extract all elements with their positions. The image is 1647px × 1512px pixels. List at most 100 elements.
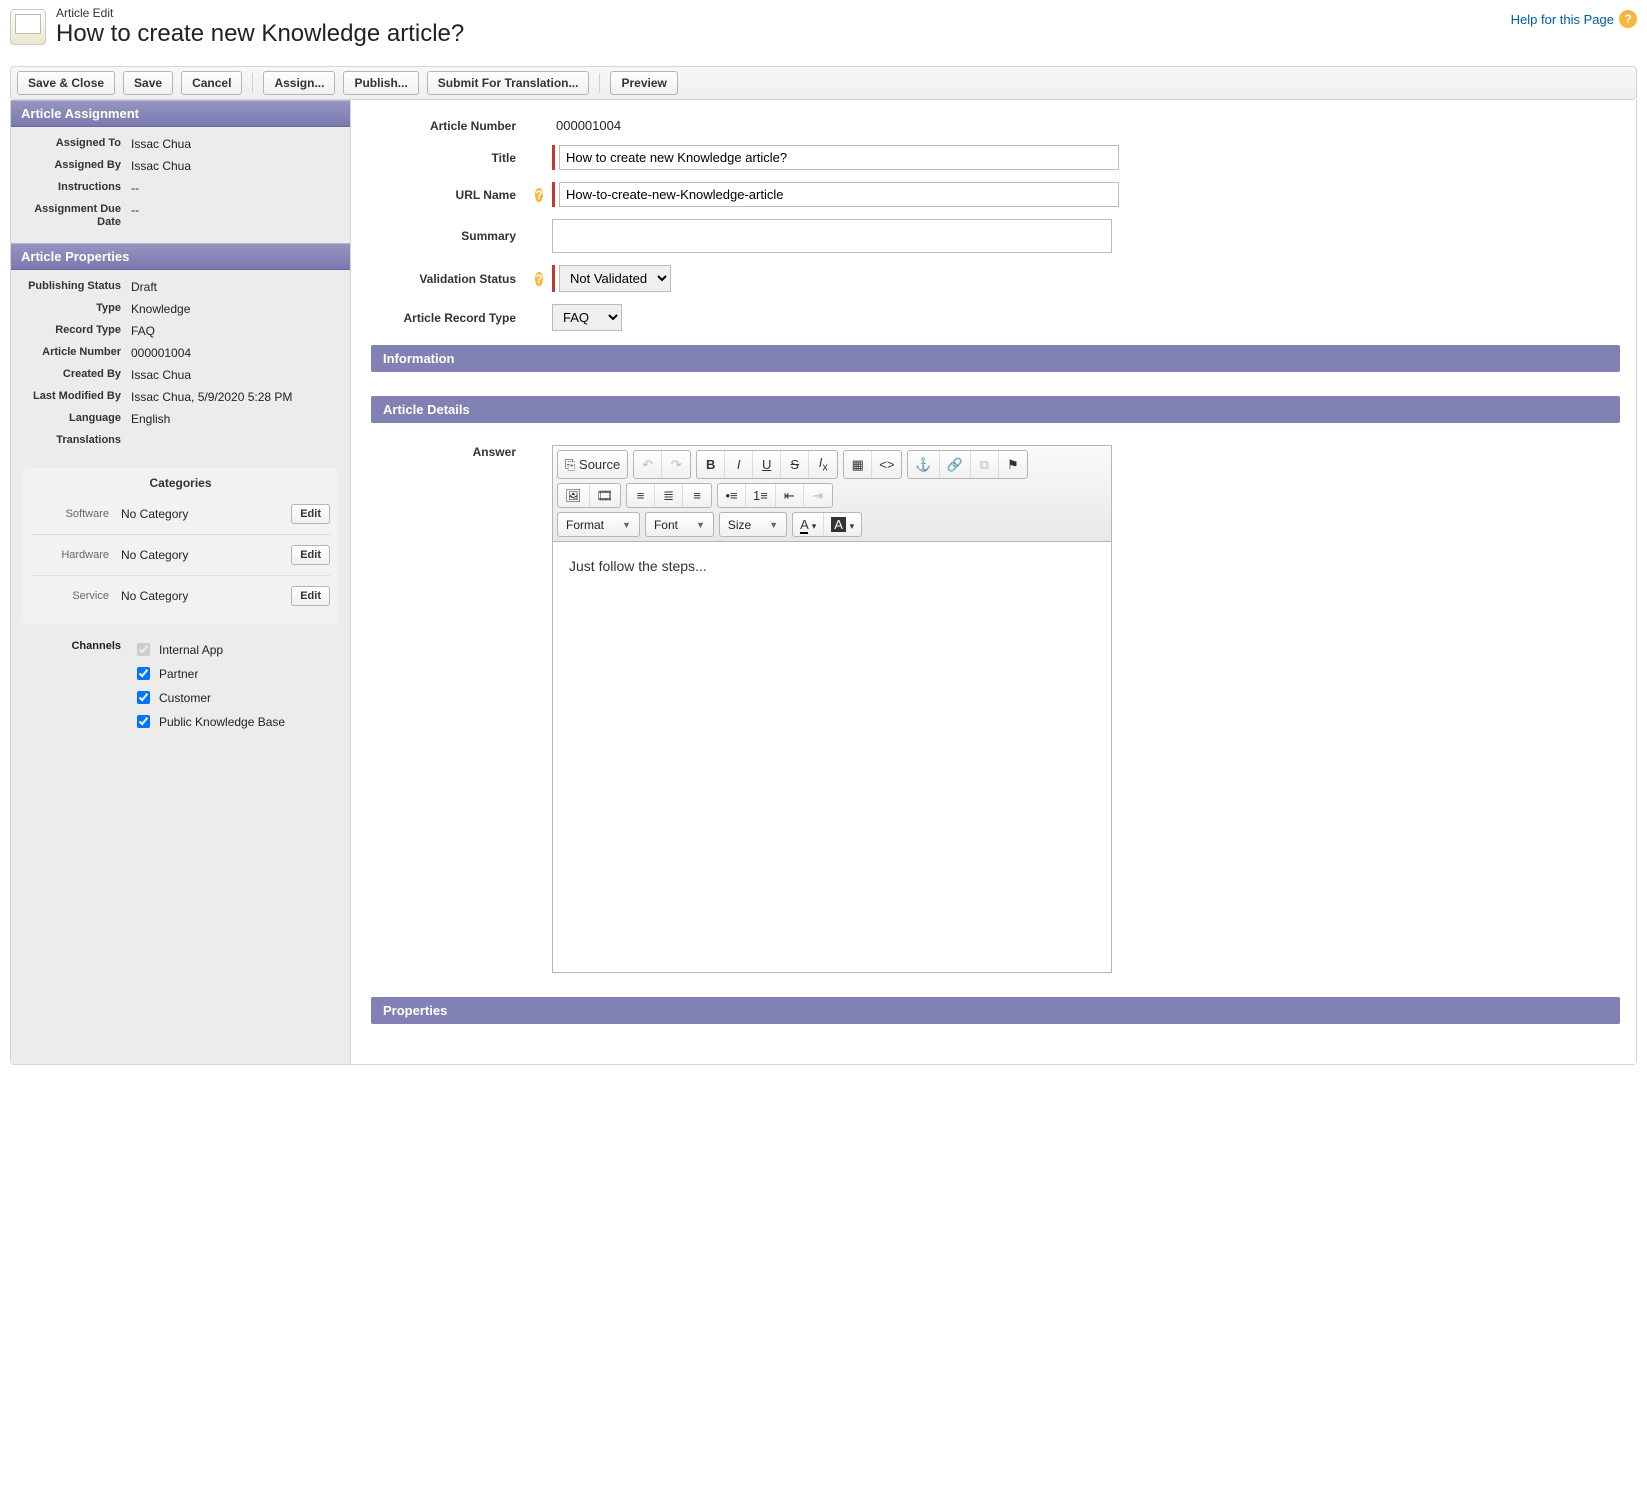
source-button[interactable]: ⎘ Source	[558, 451, 627, 478]
bold-button[interactable]: B	[697, 451, 725, 478]
summary-input[interactable]	[552, 219, 1112, 253]
required-indicator	[552, 182, 555, 207]
anchor-button[interactable]: ⚓	[908, 451, 939, 478]
size-select[interactable]: Size▼	[719, 512, 787, 537]
channel-checkbox-internal	[137, 643, 150, 656]
cancel-button[interactable]: Cancel	[181, 71, 242, 95]
category-value-hardware: No Category	[121, 548, 291, 562]
created-by-label: Created By	[21, 368, 131, 380]
bg-color-button[interactable]: A ▾	[824, 513, 861, 536]
link-icon: 🔗	[947, 457, 963, 472]
save-button[interactable]: Save	[123, 71, 173, 95]
channel-label-public: Public Knowledge Base	[159, 715, 285, 729]
channels-list: Internal App Partner Customer Public Kno…	[133, 640, 338, 731]
unlink-icon: ⧉	[980, 457, 989, 472]
align-center-icon: ≣	[663, 488, 674, 503]
last-modified-by-value: Issac Chua, 5/9/2020 5:28 PM	[131, 390, 340, 404]
outdent-button[interactable]: ⇤	[776, 484, 804, 507]
required-indicator	[552, 145, 555, 170]
underline-button[interactable]: U	[753, 451, 781, 478]
article-edit-icon	[10, 9, 46, 45]
editor-body[interactable]: Just follow the steps...	[553, 542, 1111, 972]
number-list-button[interactable]: 1≡	[746, 484, 776, 507]
image-button[interactable]: 🖼	[558, 484, 590, 507]
help-icon[interactable]: ?	[535, 272, 542, 286]
save-close-button[interactable]: Save & Close	[17, 71, 115, 95]
url-name-label: URL Name	[371, 188, 526, 202]
chevron-down-icon: ▼	[696, 520, 705, 530]
text-color-button[interactable]: A ▾	[793, 513, 824, 536]
title-input[interactable]	[559, 145, 1119, 170]
channel-label-customer: Customer	[159, 691, 211, 705]
channel-checkbox-customer[interactable]	[137, 691, 150, 704]
categories-box: Categories Software No Category Edit Har…	[23, 468, 338, 624]
channel-checkbox-partner[interactable]	[137, 667, 150, 680]
category-edit-hardware[interactable]: Edit	[291, 545, 330, 565]
preview-button[interactable]: Preview	[610, 71, 677, 95]
table-button[interactable]: ▦	[844, 451, 872, 478]
align-center-button[interactable]: ≣	[655, 484, 683, 507]
sidebar: Article Assignment Assigned To Issac Chu…	[11, 100, 351, 1064]
record-type-label: Record Type	[21, 324, 131, 336]
italic-icon: I	[737, 457, 741, 472]
channel-checkbox-public[interactable]	[137, 715, 150, 728]
font-select[interactable]: Font▼	[645, 512, 714, 537]
instructions-label: Instructions	[21, 181, 131, 193]
undo-icon: ↶	[642, 457, 653, 472]
redo-button[interactable]: ↷	[662, 451, 690, 478]
article-record-type-label: Article Record Type	[371, 311, 526, 325]
article-record-type-select[interactable]: FAQ	[552, 304, 622, 331]
url-name-input[interactable]	[559, 182, 1119, 207]
sidebar-article-number-label: Article Number	[21, 346, 131, 358]
redo-icon: ↷	[671, 457, 682, 472]
article-number-value: 000001004	[552, 118, 621, 133]
publishing-status-value: Draft	[131, 280, 340, 294]
section-properties: Properties	[371, 997, 1620, 1024]
italic-button[interactable]: I	[725, 451, 753, 478]
assignment-header: Article Assignment	[11, 100, 350, 127]
remove-format-button[interactable]: Ix	[809, 451, 837, 478]
flag-button[interactable]: ⚑	[999, 451, 1027, 478]
help-icon[interactable]: ?	[535, 188, 542, 202]
publish-button[interactable]: Publish...	[343, 71, 418, 95]
strike-button[interactable]: S	[781, 451, 809, 478]
required-indicator	[552, 265, 555, 292]
align-left-icon: ≡	[637, 488, 645, 503]
assign-button[interactable]: Assign...	[263, 71, 335, 95]
article-number-label: Article Number	[371, 119, 526, 133]
text-color-icon: A	[800, 517, 808, 534]
channels-label: Channels	[23, 640, 133, 731]
indent-button[interactable]: ⇥	[804, 484, 832, 507]
record-type-value: FAQ	[131, 324, 340, 338]
section-information: Information	[371, 345, 1620, 372]
category-label-service: Service	[31, 590, 121, 602]
type-value: Knowledge	[131, 302, 340, 316]
link-button[interactable]: 🔗	[940, 451, 971, 478]
instructions-value: --	[131, 181, 340, 195]
unlink-button[interactable]: ⧉	[971, 451, 999, 478]
action-toolbar: Save & Close Save Cancel Assign... Publi…	[10, 66, 1637, 100]
toolbar-divider	[599, 73, 600, 93]
format-select[interactable]: Format▼	[557, 512, 640, 537]
category-edit-software[interactable]: Edit	[291, 504, 330, 524]
chevron-down-icon: ▼	[769, 520, 778, 530]
align-right-button[interactable]: ≡	[683, 484, 711, 507]
table-icon: ▦	[852, 457, 864, 472]
code-button[interactable]: <>	[872, 451, 901, 478]
bullet-list-button[interactable]: •≡	[718, 484, 746, 507]
indent-icon: ⇥	[812, 488, 823, 503]
number-list-icon: 1≡	[753, 488, 768, 503]
publishing-status-label: Publishing Status	[21, 280, 131, 293]
submit-translation-button[interactable]: Submit For Translation...	[427, 71, 590, 95]
validation-status-select[interactable]: Not Validated	[559, 265, 671, 292]
toolbar-divider	[252, 73, 253, 93]
validation-status-label: Validation Status	[371, 272, 526, 286]
align-left-button[interactable]: ≡	[627, 484, 655, 507]
category-edit-service[interactable]: Edit	[291, 586, 330, 606]
undo-button[interactable]: ↶	[634, 451, 662, 478]
category-value-software: No Category	[121, 507, 291, 521]
type-label: Type	[21, 302, 131, 314]
help-link[interactable]: Help for this Page ?	[1511, 6, 1637, 28]
media-button[interactable]: 🎞	[590, 484, 621, 507]
chevron-down-icon: ▼	[622, 520, 631, 530]
